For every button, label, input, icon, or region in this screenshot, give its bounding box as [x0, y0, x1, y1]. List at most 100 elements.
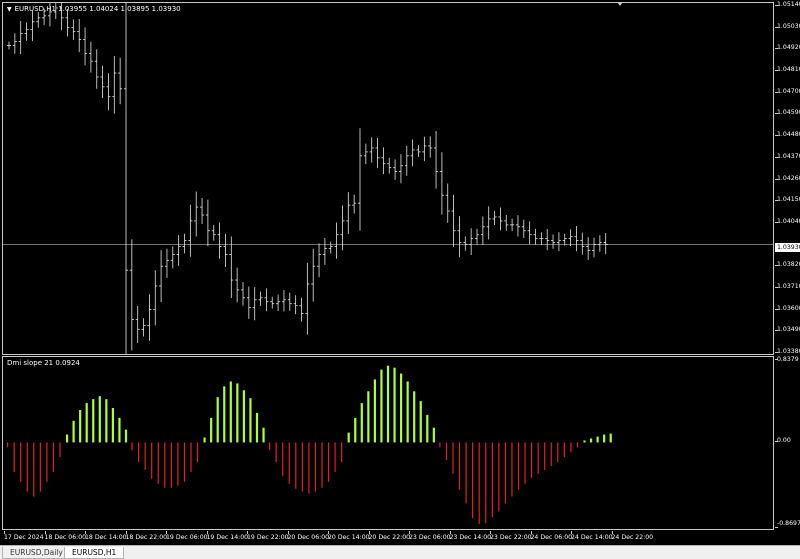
histogram-bar-negative [570, 442, 572, 453]
histogram-bar-negative [314, 442, 317, 492]
histogram-bar-positive [98, 396, 101, 443]
ohlc-bar [77, 19, 82, 53]
time-label: 17 Dec 2024 [4, 534, 44, 541]
histogram-bar-positive [111, 408, 114, 443]
histogram-bar-negative [498, 442, 500, 512]
ohlc-bar [223, 233, 228, 268]
ohlc-bar [83, 27, 88, 66]
histogram-bar-positive [419, 401, 422, 443]
ohlc-bar [94, 49, 99, 89]
ohlc-bar [170, 246, 175, 269]
time-label: 24 Dec 22:00 [611, 534, 654, 541]
price-label: 1.04700 [777, 87, 800, 95]
price-label: 1.04810 [777, 66, 800, 74]
histogram-bar-positive [255, 412, 259, 443]
histogram-bar-negative [190, 442, 192, 472]
histogram-bar-positive [124, 429, 128, 443]
histogram-bar-negative [177, 442, 179, 486]
histogram-bar-positive [432, 427, 435, 443]
ohlc-bar [416, 144, 421, 157]
histogram-bar-negative [33, 442, 35, 497]
ohlc-bar [346, 192, 351, 234]
ohlc-bar [194, 191, 199, 237]
indicator-pane[interactable]: Dmi slope 21 0.0924 [2, 356, 774, 530]
price-chart-pane[interactable]: ▼ EURUSD,H1 1.03955 1.04024 1.03895 1.039… [2, 2, 774, 355]
ohlc-bar [100, 65, 105, 99]
histogram-bar-negative [269, 442, 271, 451]
ohlc-bar [264, 288, 269, 312]
chart-window[interactable]: ▼ EURUSD,H1 1.03955 1.04024 1.03895 1.039… [0, 0, 800, 545]
ohlc-bar [182, 233, 187, 254]
ohlc-bar [603, 232, 608, 255]
ohlc-bar [252, 287, 257, 321]
price-label: 1.04150 [777, 196, 800, 204]
histogram-bar-positive [609, 433, 612, 443]
ohlc-bar [363, 143, 368, 165]
ohlc-bar [159, 250, 164, 303]
histogram-bar-positive [79, 409, 82, 443]
ohlc-bar [328, 241, 333, 254]
ohlc-bar [515, 215, 520, 237]
ohlc-bar [205, 199, 210, 247]
ohlc-bar [88, 41, 93, 73]
ohlc-bar [533, 228, 538, 245]
histogram-bar-negative [478, 442, 480, 525]
indicator-histogram [7, 365, 612, 525]
ohlc-bar [393, 159, 398, 180]
histogram-bar-negative [282, 442, 284, 476]
histogram-bar-negative [511, 442, 513, 497]
ohlc-bar [398, 154, 403, 184]
current-price-label: 1.03930 [775, 243, 800, 252]
histogram-bar-negative [170, 442, 172, 488]
histogram-bar-negative [439, 442, 441, 448]
ohlc-bar [586, 237, 591, 260]
price-label: 1.05140 [777, 1, 800, 8]
time-axis[interactable]: 17 Dec 2024 18 Dec 06:00 18 Dec 14:00 18 De… [2, 531, 774, 545]
histogram-bar-negative [524, 442, 526, 484]
ohlc-bar [527, 221, 532, 245]
ohlc-bar [375, 137, 380, 168]
histogram-bar-negative [59, 442, 61, 458]
histogram-bar-positive [72, 420, 75, 443]
ohlc-bar [551, 234, 556, 249]
ohlc-bar [129, 239, 134, 351]
histogram-bar-positive [105, 399, 108, 443]
ohlc-bar [147, 294, 152, 341]
time-label: 23 Dec 22:00 [490, 534, 532, 541]
ohlc-bar [439, 152, 444, 215]
ohlc-bar [369, 137, 374, 163]
price-label: 1.03820 [777, 261, 800, 269]
ohlc-bar [47, 3, 52, 27]
chart-shift-marker-icon[interactable] [617, 2, 623, 6]
histogram-bar-positive [354, 417, 357, 443]
histogram-bar-positive [262, 427, 265, 443]
time-label: 18 Dec 06:00 [44, 534, 87, 541]
histogram-bar-positive [223, 386, 226, 443]
histogram-bar-negative [472, 442, 474, 519]
histogram-bar-negative [138, 442, 140, 463]
ohlc-bar [229, 236, 234, 298]
time-label: 18 Dec 14:00 [85, 534, 127, 541]
tab-eurusd-h1[interactable]: EURUSD,H1 [64, 547, 125, 559]
ohlc-bar [293, 295, 298, 315]
histogram-bar-positive [85, 403, 88, 443]
histogram-bar-positive [393, 367, 396, 443]
histogram-bar-negative [52, 442, 55, 472]
ohlc-bar [574, 226, 579, 252]
histogram-bar-positive [249, 398, 252, 443]
ohlc-bar [457, 216, 462, 258]
tab-eurusd-daily[interactable]: EURUSD,Daily [2, 547, 71, 559]
ohlc-bar [53, 3, 58, 20]
histogram-bar-negative [196, 442, 199, 463]
histogram-bar-positive [413, 391, 416, 443]
ohlc-bar [7, 41, 11, 50]
histogram-bar-positive [386, 365, 390, 443]
ohlc-bar [562, 233, 567, 246]
ohlc-bar [451, 194, 456, 247]
histogram-bar-negative [458, 442, 461, 490]
price-scale[interactable]: 1.05140 1.05030 1.04920 1.04810 1.04700 1.045… [775, 1, 800, 355]
histogram-bar-positive [92, 399, 95, 443]
histogram-bar-positive [603, 434, 606, 443]
time-label: 20 Dec 22:00 [368, 534, 411, 541]
indicator-scale[interactable]: 0.8379 0.00 -0.8697 [775, 356, 800, 530]
